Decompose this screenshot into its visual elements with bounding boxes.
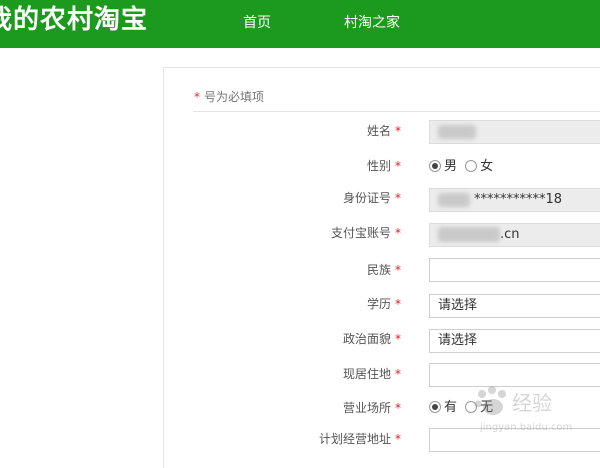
watermark-text: 经验	[512, 391, 552, 415]
watermark-url: jingyan.baidu.com	[479, 422, 572, 433]
gender-female-label[interactable]: 女	[480, 159, 493, 174]
alipay-input[interactable]: .cn	[429, 223, 600, 247]
political-label: 政治面貌 *	[342, 332, 401, 346]
business-place-label: 营业场所 *	[342, 401, 401, 415]
business-place-yes-radio[interactable]	[429, 401, 441, 413]
alipay-label: 支付宝账号 *	[330, 226, 401, 240]
political-select[interactable]: 请选择	[429, 329, 600, 353]
baidu-watermark: 经验 jingyan.baidu.com	[474, 386, 572, 433]
id-number-label: 身份证号 *	[342, 191, 401, 205]
name-input[interactable]	[429, 120, 600, 144]
divider	[193, 111, 600, 112]
id-number-value: ***********18	[474, 192, 563, 207]
gender-female-radio[interactable]	[465, 160, 478, 172]
brand-title[interactable]: 我的农村淘宝	[0, 4, 148, 36]
top-header: 我的农村淘宝 首页 村淘之家	[0, 0, 600, 48]
education-select-value: 请选择	[438, 298, 478, 313]
gender-radio-group: 男 女	[429, 159, 497, 175]
ethnicity-input[interactable]	[429, 258, 600, 282]
business-place-yes-label[interactable]: 有	[444, 400, 457, 415]
education-select[interactable]: 请选择	[429, 294, 600, 318]
education-label: 学历 *	[366, 297, 401, 311]
gender-male-radio[interactable]	[429, 160, 441, 172]
planned-address-label: 计划经营地址 *	[318, 432, 401, 446]
ethnicity-label: 民族 *	[366, 263, 401, 277]
alipay-value: .cn	[500, 227, 520, 242]
required-note-text: 号为必填项	[204, 90, 265, 104]
redacted-text	[438, 124, 476, 139]
political-select-value: 请选择	[438, 333, 478, 348]
nav-home[interactable]: 首页	[243, 14, 271, 32]
gender-label: 性别 *	[366, 159, 401, 173]
redacted-text	[438, 192, 470, 207]
baidu-paw-icon	[474, 386, 506, 415]
name-label: 姓名 *	[366, 124, 401, 138]
residence-label: 现居住地 *	[342, 367, 401, 381]
nav-village-taobao-home[interactable]: 村淘之家	[344, 14, 400, 32]
gender-male-label[interactable]: 男	[444, 159, 457, 174]
redacted-text	[438, 227, 500, 242]
required-star: *	[194, 90, 200, 104]
required-note: * 号为必填项	[194, 89, 264, 105]
id-number-input[interactable]: ***********18	[429, 188, 600, 212]
